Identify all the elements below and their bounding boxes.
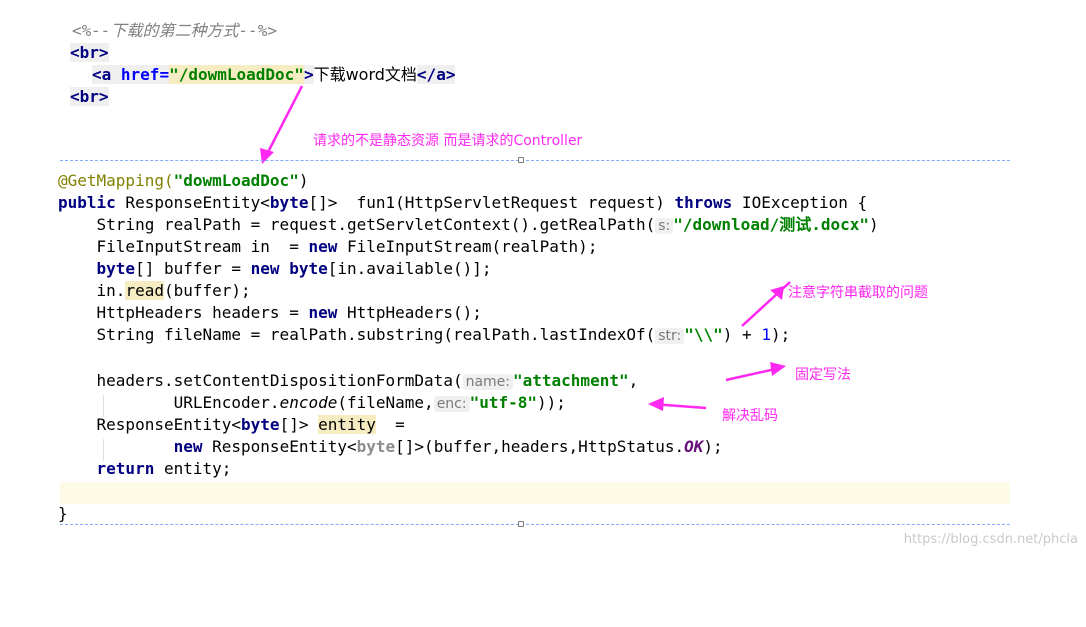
code-text: entity; [154,459,232,478]
code-line-2: public ResponseEntity<byte[]> fun1(HttpS… [58,192,867,214]
code-line-10: URLEncoder.encode(fileName, enc: "utf-8"))… [58,392,566,414]
code-line-11: ResponseEntity<byte[]> entity = [58,414,405,436]
code-line-1: @GetMapping("dowmLoadDoc") [58,170,308,192]
code-text: ) + [722,325,762,344]
code-line-3: String realPath = request.getServletCont… [58,214,879,236]
utf8-string: "utf-8" [469,393,538,412]
code-text: ResponseEntity< [58,415,242,434]
kw-public: public [58,193,116,212]
paren: ) [298,171,309,190]
code-line-6: in.read(buffer); [58,280,251,302]
code-text: in. [58,281,126,300]
number-literal: 1 [761,325,771,344]
code-line-12: new ResponseEntity<byte[]>(buffer,header… [58,436,723,458]
kw-byte: byte [356,437,396,456]
arrow-encoding-head [648,397,664,411]
method-read: read [125,281,164,300]
code-text: FileInputStream in = [58,237,309,256]
code-text: HttpHeaders(); [337,303,482,322]
code-text: ResponseEntity< [202,437,357,456]
code-line-5: byte[] buffer = new byte[in.available()]… [58,258,492,280]
param-hint: name: [462,374,513,390]
code-text: []> fun1(HttpServletRequest request) [308,193,675,212]
code-line-7: HttpHeaders headers = new HttpHeaders(); [58,302,482,324]
separator-fold-marker [518,157,524,163]
code-text: String realPath = request.getServletCont… [58,215,656,234]
code-text: FileInputStream(realPath); [337,237,598,256]
arrow-fixed-head [770,362,786,376]
kw-new: new [173,437,203,456]
note-substring: 注意字符串截取的问题 [788,285,928,301]
code-line-14: } [58,503,68,525]
code-text: = [375,415,405,434]
backslash-string: "\\" [684,325,723,344]
code-text: ResponseEntity< [115,193,270,212]
param-hint: enc: [433,396,470,412]
note-fixed: 固定写法 [795,367,851,383]
code-line-13: return entity; [58,458,232,480]
code-text: [in.available()]; [327,259,492,278]
kw-byte: byte [96,259,136,278]
code-text: [] buffer = [135,259,251,278]
code-text: String fileName = realPath.substring(rea… [58,325,656,344]
arrow-head [260,148,274,164]
param-hint: str: [655,328,685,344]
code-text: []> [279,415,319,434]
code-text: HttpHeaders headers = [58,303,309,322]
code-text: )); [537,393,566,412]
mapping-path-string: "dowmLoadDoc" [173,171,299,190]
attachment-string: "attachment" [513,371,629,390]
kw-byte: byte [289,259,328,278]
var-entity: entity [318,415,376,434]
code-text: (fileName, [337,393,434,412]
code-line-4: FileInputStream in = new FileInputStream… [58,236,598,258]
code-text: , [628,371,639,390]
current-line-highlight [60,482,1010,504]
code-text: ); [703,437,723,456]
kw-byte: byte [269,193,309,212]
closing-brace: } [58,504,68,523]
watermark: https://blog.csdn.net/phcla [903,532,1078,547]
kw-byte: byte [241,415,280,434]
code-text: ) [869,215,879,234]
kw-new: new [308,303,338,322]
method-separator-top [60,160,1010,161]
param-hint: s: [655,218,674,234]
code-text: IOException { [732,193,868,212]
code-line-8: String fileName = realPath.substring(rea… [58,324,790,346]
separator-fold-marker [518,521,524,527]
kw-new: new [250,259,280,278]
code-text: headers.setContentDispositionFormData( [58,371,463,390]
kw-new: new [308,237,338,256]
note-encoding: 解决乱码 [722,408,778,424]
const-ok: OK [684,437,704,456]
annotation-getmapping: @GetMapping( [58,171,174,190]
code-text: ); [770,325,791,344]
kw-throws: throws [674,193,733,212]
code-text: []>(buffer,headers,HttpStatus. [395,437,685,456]
kw-return: return [96,459,155,478]
note-controller: 请求的不是静态资源 而是请求的Controller [313,133,583,149]
arrow-line [264,85,304,157]
method-separator-bottom [60,524,1010,525]
code-line-9: headers.setContentDispositionFormData(na… [58,370,638,392]
method-encode: encode [279,393,338,412]
path-string: "/download/测试.docx" [673,215,870,234]
code-text: URLEncoder. [58,393,280,412]
code-text: (buffer); [163,281,251,300]
